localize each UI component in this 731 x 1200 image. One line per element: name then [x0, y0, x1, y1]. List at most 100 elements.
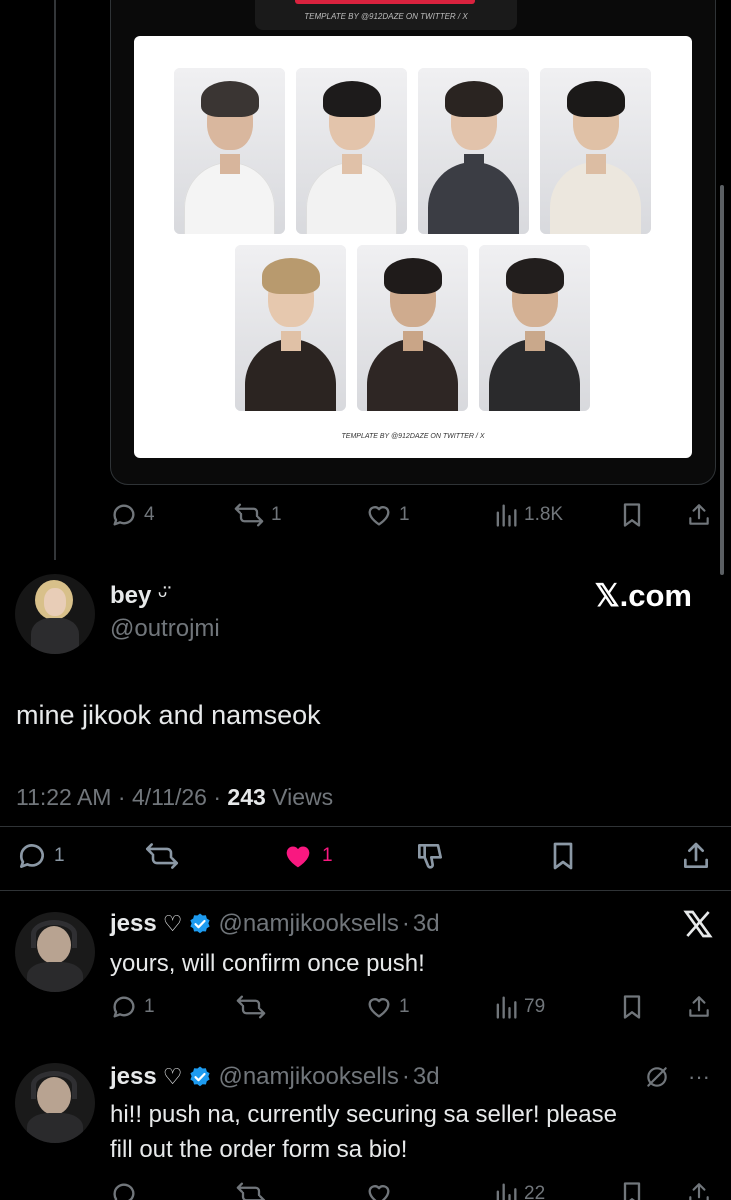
- reply-icon: [113, 996, 135, 1018]
- views-button[interactable]: 1.8K: [494, 501, 563, 529]
- post-date[interactable]: 4/11/26: [132, 784, 207, 810]
- photocard-template-image[interactable]: TEMPLATE BY @912DAZE ON TWITTER / X: [134, 36, 692, 458]
- repost-button[interactable]: [235, 1180, 267, 1200]
- member-photocard-2: [296, 68, 407, 234]
- post-age[interactable]: 3d: [413, 1063, 440, 1091]
- like-button[interactable]: 1: [280, 840, 333, 872]
- reply-icon: [113, 1183, 135, 1200]
- avatar-headphones: [31, 920, 77, 948]
- display-name-text: bey: [110, 582, 152, 609]
- avatar[interactable]: [15, 1063, 95, 1143]
- share-icon: [684, 842, 708, 868]
- heart-filled-icon: [286, 846, 310, 868]
- reply-text-line2: fill out the order form sa bio!: [110, 1136, 408, 1163]
- avatar[interactable]: [15, 574, 95, 654]
- share-icon: [689, 996, 709, 1017]
- handle[interactable]: @namjikooksells: [218, 910, 398, 938]
- verified-badge-icon: [190, 913, 211, 934]
- share-button[interactable]: [686, 501, 712, 529]
- repost-icon: [236, 995, 266, 1019]
- reply-button[interactable]: 4: [110, 501, 155, 529]
- handle[interactable]: @outrojmi: [110, 615, 220, 643]
- thread-line: [54, 0, 56, 560]
- template-header-strip: TEMPLATE BY @912DAZE ON TWITTER / X: [255, 0, 517, 30]
- views-icon: [496, 996, 517, 1019]
- share-icon: [689, 1183, 709, 1200]
- reply-header: jess ♡ @namjikooksells · 3d: [110, 910, 440, 938]
- views-count: 243: [227, 784, 266, 810]
- member-photocard-5: [235, 245, 346, 411]
- name-emoji: ᵕ̈: [158, 582, 168, 609]
- bookmark-icon: [623, 503, 641, 527]
- thumbs-down-icon: [418, 844, 442, 869]
- views-icon: [496, 1183, 517, 1200]
- views-count: 1.8K: [524, 504, 564, 525]
- heart-icon: [368, 998, 390, 1018]
- avatar[interactable]: [15, 912, 95, 992]
- meta-separator: ·: [401, 1063, 410, 1090]
- avatar-face: [44, 588, 66, 616]
- like-count: 1: [322, 845, 333, 866]
- bookmark-icon: [623, 995, 641, 1019]
- heart-symbol: ♡: [162, 911, 183, 936]
- reply-header: jess ♡ @namjikooksells · 3d: [110, 1063, 440, 1091]
- views-button[interactable]: 22: [494, 1180, 545, 1200]
- repost-button[interactable]: 1: [233, 501, 282, 529]
- repost-icon: [234, 503, 264, 527]
- repost-icon: [236, 1182, 266, 1200]
- share-icon: [689, 504, 709, 525]
- reply-button[interactable]: [110, 1180, 138, 1200]
- heart-symbol: ♡: [162, 1064, 183, 1089]
- template-credit-bottom: TEMPLATE BY @912DAZE ON TWITTER / X: [341, 433, 485, 440]
- bookmark-button[interactable]: [620, 501, 644, 529]
- meta-separator: ·: [117, 784, 126, 810]
- share-button[interactable]: [686, 1180, 712, 1200]
- repost-button[interactable]: [144, 840, 180, 872]
- avatar-headphones: [31, 1071, 77, 1099]
- reply-text: yours, will confirm once push!: [110, 950, 425, 977]
- like-button[interactable]: 1: [365, 993, 410, 1021]
- member-photocard-4: [540, 68, 651, 234]
- display-name[interactable]: jess: [110, 1063, 157, 1091]
- meta-separator: ·: [213, 784, 222, 810]
- meta-separator: ·: [401, 910, 410, 937]
- views-label: Views: [272, 784, 334, 810]
- views-icon: [496, 504, 517, 527]
- views-button[interactable]: 79: [494, 993, 545, 1021]
- reply-count: 1: [54, 845, 65, 866]
- share-button[interactable]: [686, 993, 712, 1021]
- member-photocard-6: [357, 245, 468, 411]
- post-time[interactable]: 11:22 AM: [16, 784, 111, 810]
- repost-icon: [145, 843, 179, 869]
- more-options-button[interactable]: ···: [688, 1064, 710, 1090]
- display-name[interactable]: bey ᵕ̈: [110, 582, 167, 610]
- bookmark-icon: [623, 1182, 641, 1200]
- share-button[interactable]: [680, 840, 712, 872]
- member-photocard-1: [174, 68, 285, 234]
- bookmark-button[interactable]: [620, 993, 644, 1021]
- reply-button[interactable]: 1: [110, 993, 155, 1021]
- like-button[interactable]: 1: [365, 501, 410, 529]
- like-button[interactable]: [365, 1180, 393, 1200]
- display-name[interactable]: jess: [110, 910, 157, 938]
- x-logo-icon: [682, 908, 714, 940]
- reply-icon: [113, 504, 135, 526]
- divider: [0, 826, 731, 827]
- repost-count: 1: [271, 504, 282, 525]
- like-count: 1: [399, 504, 410, 525]
- handle[interactable]: @namjikooksells: [218, 1063, 398, 1091]
- bookmark-button[interactable]: [620, 1180, 644, 1200]
- scrollbar[interactable]: [720, 185, 724, 575]
- post-age[interactable]: 3d: [413, 910, 440, 938]
- reply-button[interactable]: 1: [16, 840, 65, 872]
- member-photocard-7: [479, 245, 590, 411]
- avatar-body: [27, 1113, 83, 1143]
- template-header-bar: [295, 0, 475, 4]
- grok-icon[interactable]: [644, 1064, 670, 1090]
- bookmark-icon: [553, 842, 573, 870]
- reply-count: 1: [144, 996, 155, 1017]
- views-count: 79: [524, 996, 546, 1017]
- bookmark-button[interactable]: [548, 840, 578, 872]
- repost-button[interactable]: [235, 993, 267, 1021]
- downvote-button[interactable]: [414, 840, 446, 872]
